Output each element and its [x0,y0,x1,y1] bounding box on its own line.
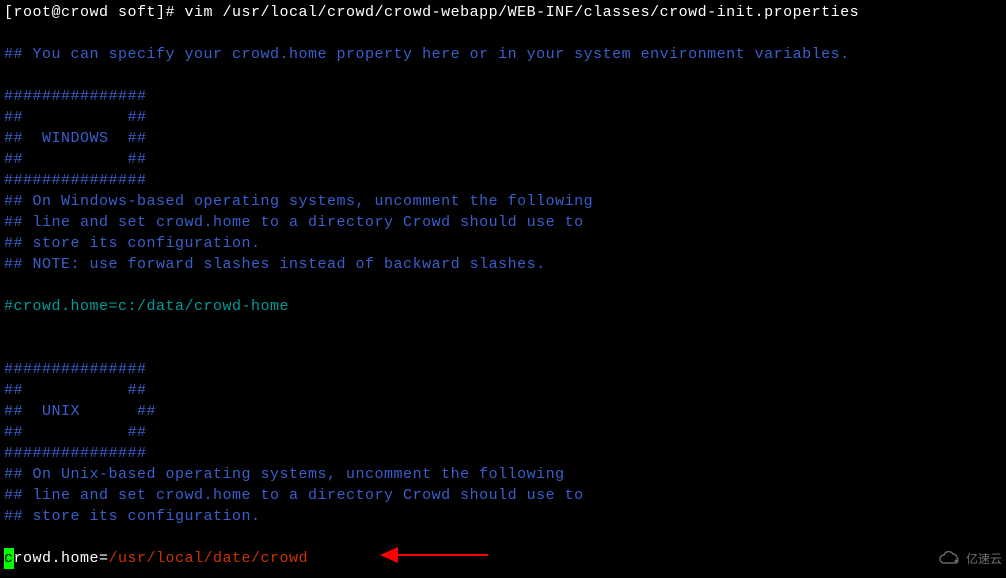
unix-comment-line: ## store its configuration. [4,506,1002,527]
windows-section-pad: ## ## [4,107,1002,128]
blank-line [4,23,1002,44]
windows-comment-line: ## On Windows-based operating systems, u… [4,191,1002,212]
windows-section-title: ## WINDOWS ## [4,128,1002,149]
unix-comment-line: ## On Unix-based operating systems, unco… [4,464,1002,485]
windows-comment-line: ## line and set crowd.home to a director… [4,212,1002,233]
blank-line [4,338,1002,359]
blank-line [4,65,1002,86]
file-header-comment: ## You can specify your crowd.home prope… [4,44,1002,65]
blank-line [4,317,1002,338]
windows-example-line: #crowd.home=c:/data/crowd-home [4,296,1002,317]
blank-line [4,527,1002,548]
unix-section-border: ############### [4,359,1002,380]
terminal-editor[interactable]: [root@crowd soft]# vim /usr/local/crowd/… [4,2,1002,569]
crowd-home-property-line: crowd.home=/usr/local/date/crowd [4,548,1002,569]
unix-section-pad: ## ## [4,422,1002,443]
watermark-text: 亿速云 [966,549,1002,570]
vim-cursor: c [4,548,14,569]
blank-line [4,275,1002,296]
windows-comment-line: ## NOTE: use forward slashes instead of … [4,254,1002,275]
unix-section-pad: ## ## [4,380,1002,401]
windows-section-border: ############### [4,170,1002,191]
cloud-icon [938,550,962,568]
property-value: /usr/local/date/crowd [109,550,309,567]
property-key: rowd.home= [14,550,109,567]
windows-comment-line: ## store its configuration. [4,233,1002,254]
unix-section-border: ############### [4,443,1002,464]
windows-section-pad: ## ## [4,149,1002,170]
unix-section-title: ## UNIX ## [4,401,1002,422]
windows-section-border: ############### [4,86,1002,107]
unix-comment-line: ## line and set crowd.home to a director… [4,485,1002,506]
watermark-logo: 亿速云 [922,544,1002,574]
shell-prompt-line: [root@crowd soft]# vim /usr/local/crowd/… [4,2,1002,23]
